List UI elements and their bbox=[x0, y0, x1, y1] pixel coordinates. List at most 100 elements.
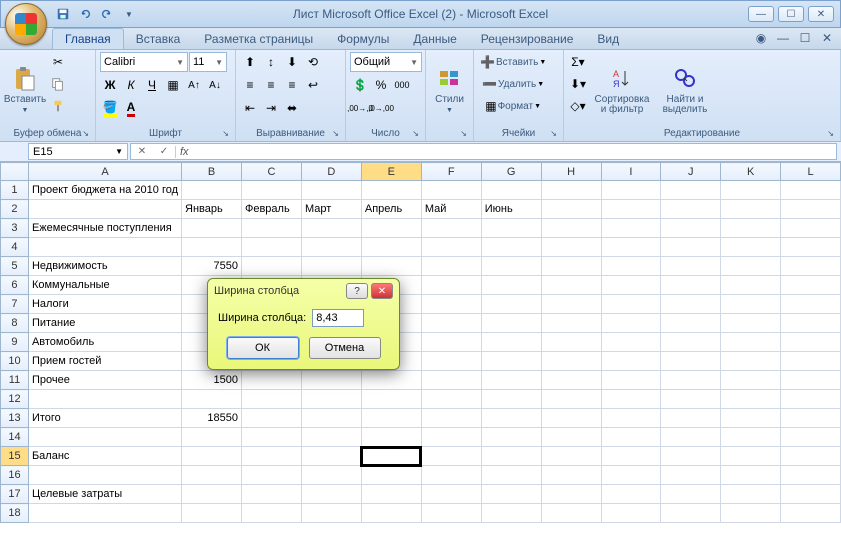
cell[interactable] bbox=[781, 428, 841, 447]
cell[interactable]: Прочее bbox=[28, 371, 181, 390]
insert-cells-button[interactable]: ➕Вставить▼ bbox=[478, 52, 548, 72]
cell[interactable] bbox=[721, 238, 781, 257]
cell[interactable] bbox=[182, 219, 242, 238]
row-header[interactable]: 15 bbox=[1, 447, 29, 466]
cell[interactable] bbox=[541, 466, 601, 485]
cell[interactable] bbox=[781, 352, 841, 371]
cell[interactable] bbox=[481, 447, 541, 466]
maximize-button[interactable]: ☐ bbox=[778, 6, 804, 22]
cell[interactable]: Итого bbox=[28, 409, 181, 428]
cell[interactable] bbox=[601, 257, 661, 276]
cell[interactable]: Ежемесячные поступления bbox=[28, 219, 181, 238]
cell[interactable] bbox=[421, 238, 481, 257]
cell[interactable] bbox=[661, 504, 721, 523]
format-cells-button[interactable]: ▦Формат▼ bbox=[478, 96, 548, 116]
cell[interactable]: Налоги bbox=[28, 295, 181, 314]
column-header[interactable]: D bbox=[301, 163, 361, 181]
cell[interactable] bbox=[781, 333, 841, 352]
format-painter-icon[interactable] bbox=[48, 96, 68, 116]
cell[interactable] bbox=[781, 314, 841, 333]
cell[interactable] bbox=[301, 219, 361, 238]
cell[interactable] bbox=[361, 447, 421, 466]
font-color-button[interactable]: A bbox=[121, 98, 141, 118]
cell[interactable] bbox=[601, 219, 661, 238]
cell[interactable] bbox=[601, 200, 661, 219]
cell[interactable] bbox=[601, 409, 661, 428]
comma-icon[interactable]: 000 bbox=[392, 75, 412, 95]
cell[interactable]: 1500 bbox=[182, 371, 242, 390]
cell[interactable] bbox=[241, 466, 301, 485]
cell[interactable] bbox=[361, 504, 421, 523]
cell[interactable] bbox=[601, 333, 661, 352]
cell[interactable] bbox=[421, 409, 481, 428]
cell[interactable] bbox=[421, 504, 481, 523]
cell[interactable] bbox=[661, 276, 721, 295]
cell[interactable] bbox=[601, 276, 661, 295]
cell[interactable]: Июнь bbox=[481, 200, 541, 219]
cell[interactable]: Недвижимость bbox=[28, 257, 181, 276]
cell[interactable] bbox=[301, 390, 361, 409]
cell[interactable] bbox=[481, 276, 541, 295]
cell[interactable] bbox=[182, 485, 242, 504]
dialog-help-button[interactable]: ? bbox=[346, 283, 368, 299]
name-box-dropdown-icon[interactable]: ▼ bbox=[115, 147, 123, 156]
row-header[interactable]: 6 bbox=[1, 276, 29, 295]
cell[interactable] bbox=[781, 409, 841, 428]
cell[interactable]: Апрель bbox=[361, 200, 421, 219]
cell[interactable] bbox=[421, 447, 481, 466]
cell[interactable] bbox=[661, 257, 721, 276]
cell[interactable] bbox=[541, 371, 601, 390]
cell[interactable] bbox=[421, 371, 481, 390]
cell[interactable] bbox=[781, 295, 841, 314]
cell[interactable] bbox=[541, 409, 601, 428]
cell[interactable] bbox=[481, 219, 541, 238]
align-middle-icon[interactable]: ↕ bbox=[261, 52, 281, 72]
cell[interactable] bbox=[421, 352, 481, 371]
shrink-font-icon[interactable]: A↓ bbox=[205, 75, 225, 95]
cell[interactable] bbox=[421, 485, 481, 504]
tab-data[interactable]: Данные bbox=[401, 29, 468, 49]
cell[interactable] bbox=[721, 295, 781, 314]
cell[interactable] bbox=[601, 352, 661, 371]
cell[interactable] bbox=[601, 238, 661, 257]
cell[interactable] bbox=[541, 200, 601, 219]
align-bottom-icon[interactable]: ⬇ bbox=[282, 52, 302, 72]
cell[interactable] bbox=[721, 409, 781, 428]
row-header[interactable]: 16 bbox=[1, 466, 29, 485]
cell[interactable] bbox=[361, 485, 421, 504]
cell[interactable] bbox=[241, 238, 301, 257]
cell[interactable] bbox=[721, 466, 781, 485]
cell[interactable] bbox=[541, 257, 601, 276]
font-name-combo[interactable]: Calibri▼ bbox=[100, 52, 188, 72]
cell[interactable] bbox=[361, 238, 421, 257]
row-header[interactable]: 9 bbox=[1, 333, 29, 352]
cell[interactable] bbox=[361, 181, 421, 200]
cell[interactable] bbox=[421, 276, 481, 295]
cell[interactable] bbox=[481, 352, 541, 371]
cell[interactable] bbox=[421, 219, 481, 238]
office-button[interactable] bbox=[5, 3, 47, 45]
fill-color-button[interactable]: 🪣 bbox=[100, 98, 120, 118]
cell[interactable] bbox=[661, 181, 721, 200]
row-header[interactable]: 14 bbox=[1, 428, 29, 447]
cell[interactable] bbox=[541, 333, 601, 352]
cell[interactable] bbox=[28, 428, 181, 447]
cell[interactable] bbox=[301, 238, 361, 257]
ribbon-restore-icon[interactable]: ☐ bbox=[797, 30, 813, 46]
bold-button[interactable]: Ж bbox=[100, 75, 120, 95]
cell[interactable] bbox=[601, 485, 661, 504]
name-box[interactable]: E15 ▼ bbox=[28, 143, 128, 160]
cell[interactable] bbox=[661, 238, 721, 257]
cell[interactable] bbox=[421, 257, 481, 276]
orientation-icon[interactable]: ⟲ bbox=[303, 52, 323, 72]
cell[interactable] bbox=[241, 219, 301, 238]
enter-formula-icon[interactable]: ✓ bbox=[153, 146, 175, 157]
cell[interactable] bbox=[541, 504, 601, 523]
cell[interactable] bbox=[721, 504, 781, 523]
cell[interactable] bbox=[781, 257, 841, 276]
autosum-icon[interactable]: Σ▾ bbox=[568, 52, 588, 72]
cell[interactable] bbox=[661, 428, 721, 447]
cell[interactable] bbox=[601, 466, 661, 485]
column-header[interactable]: B bbox=[182, 163, 242, 181]
sort-filter-button[interactable]: АЯ Сортировка и фильтр bbox=[590, 52, 654, 127]
